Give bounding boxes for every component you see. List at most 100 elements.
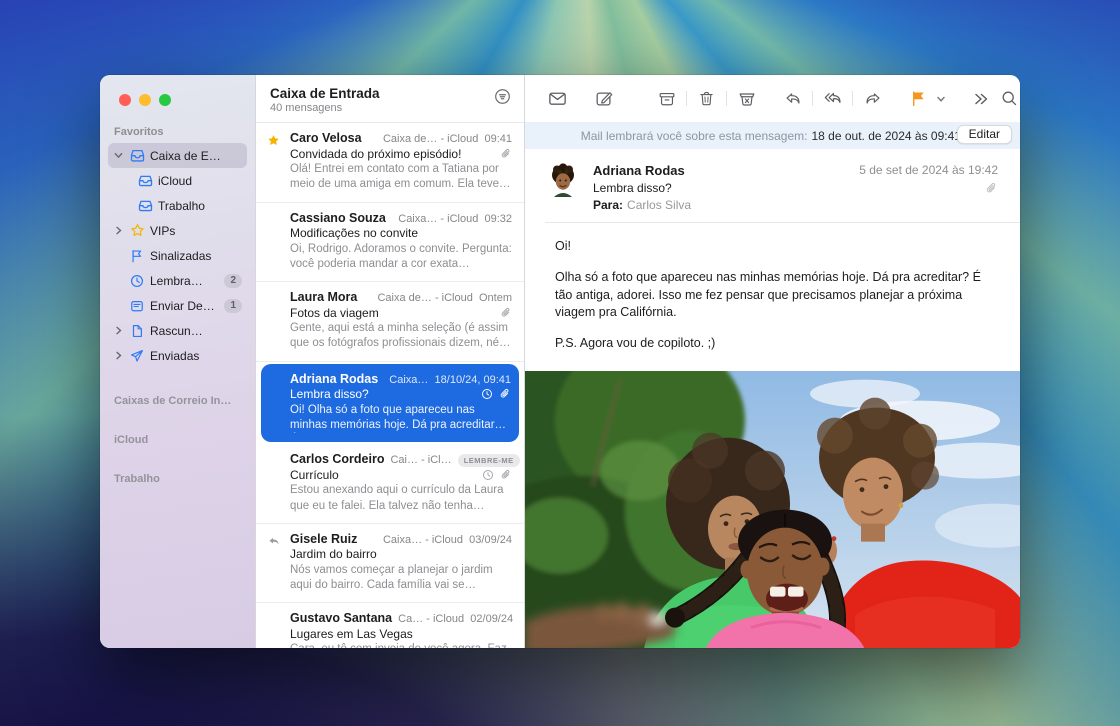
paperclip-icon xyxy=(499,388,511,400)
archive-button[interactable] xyxy=(652,86,681,112)
email-row[interactable]: Gustavo Santana Ca… - iCloud 02/09/24 Lu… xyxy=(256,603,524,648)
email-preview: Nós vamos começar a planejar o jardim aq… xyxy=(290,563,512,594)
sidebar-item-remind-me[interactable]: Lembra… 2 xyxy=(108,268,247,293)
junk-button[interactable] xyxy=(732,86,761,112)
message-header: Adriana Rodas Lembra disso? Para:Carlos … xyxy=(525,149,1020,222)
message-list: Caixa de Entrada 40 mensagens Caro Velos… xyxy=(255,75,525,648)
remind-me-banner: Mail lembrará você sobre esta mensagem: … xyxy=(525,122,1020,149)
sidebar-item-inbox-icloud[interactable]: iCloud xyxy=(108,168,247,193)
sidebar-section-favorites: Favoritos xyxy=(108,122,247,143)
body-greeting: Oi! xyxy=(555,238,994,256)
sidebar-item-label: Sinalizadas xyxy=(150,249,211,263)
email-sender: Gisele Ruiz xyxy=(290,532,357,546)
email-preview: Oi, Rodrigo. Adoramos o convite. Pergunt… xyxy=(290,242,512,273)
sidebar-item-flagged[interactable]: Sinalizadas xyxy=(108,243,247,268)
message-sender-name: Adriana Rodas xyxy=(593,163,859,178)
count-badge: 1 xyxy=(224,299,242,313)
reply-button[interactable] xyxy=(778,86,807,112)
inbox-icon xyxy=(137,173,153,189)
recipient-name: Carlos Silva xyxy=(627,198,691,212)
email-time: 09:32 xyxy=(484,213,512,225)
photo-attachment[interactable] xyxy=(525,371,1020,648)
chevron-right-icon[interactable] xyxy=(113,326,124,335)
sidebar-item-send-later[interactable]: Enviar Dep… 1 xyxy=(108,293,247,318)
email-mailbox: Caixa de… - iCloud xyxy=(377,292,472,304)
email-mailbox: Caixa… - iCloud xyxy=(383,534,463,546)
sidebar-section-work: Trabalho xyxy=(100,473,255,485)
sidebar-item-label: Rascun… xyxy=(150,324,203,338)
attachment-paperclip-icon[interactable] xyxy=(859,182,998,195)
mail-window: Favoritos Caixa de E… iCloud xyxy=(100,75,1020,648)
message-date: 5 de set de 2024 às 19:42 xyxy=(859,163,998,177)
email-time: 02/09/24 xyxy=(470,613,513,625)
sidebar-item-inbox[interactable]: Caixa de E… xyxy=(108,143,247,168)
reply-all-button[interactable] xyxy=(818,86,847,112)
email-preview: Olá! Entrei em contato com a Tatiana por… xyxy=(290,162,512,193)
remind-clock-icon xyxy=(481,388,493,400)
chevron-right-icon[interactable] xyxy=(113,226,124,235)
email-sender: Gustavo Santana xyxy=(290,611,392,625)
paperclip-icon xyxy=(500,148,512,160)
remind-me-badge: LEMBRE-ME xyxy=(458,454,520,467)
email-row-selected[interactable]: Adriana Rodas Caixa… 18/10/24, 09:41 Lem… xyxy=(261,364,519,443)
sidebar-item-label: iCloud xyxy=(158,174,192,188)
paperclip-icon xyxy=(500,307,512,319)
sidebar-item-label: Enviadas xyxy=(150,349,199,363)
email-subject: Jardim do bairro xyxy=(290,547,512,561)
reading-pane: Mail lembrará você sobre esta mensagem: … xyxy=(525,75,1020,648)
email-row[interactable]: Gisele Ruiz Caixa… - iCloud 03/09/24 Jar… xyxy=(256,524,524,604)
chevron-right-icon[interactable] xyxy=(113,351,124,360)
email-subject: Convidada do próximo episódio! xyxy=(290,147,500,161)
flag-options-chevron-icon[interactable] xyxy=(933,86,949,112)
mailbox-title: Caixa de Entrada xyxy=(270,86,510,101)
paperclip-icon xyxy=(500,469,512,481)
email-row[interactable]: Laura Mora Caixa de… - iCloud Ontem Foto… xyxy=(256,282,524,362)
email-row[interactable]: Caro Velosa Caixa de… - iCloud 09:41 Con… xyxy=(256,123,524,203)
filter-button[interactable] xyxy=(494,88,511,105)
email-row[interactable]: Cassiano Souza Caixa… - iCloud 09:32 Mod… xyxy=(256,203,524,283)
trash-button[interactable] xyxy=(692,86,721,112)
search-button[interactable] xyxy=(995,86,1020,112)
email-time: 03/09/24 xyxy=(469,534,512,546)
sidebar-item-sent[interactable]: Enviadas xyxy=(108,343,247,368)
vip-star-icon xyxy=(264,134,282,147)
sidebar-item-vips[interactable]: VIPs xyxy=(108,218,247,243)
chevron-down-icon[interactable] xyxy=(113,151,124,160)
remind-clock-icon xyxy=(482,469,494,481)
email-mailbox: Caixa… - iCloud xyxy=(398,213,478,225)
email-preview: Estou anexando aqui o currículo da Laura… xyxy=(290,483,512,514)
email-row[interactable]: Carlos Cordeiro Cai… - iCl… LEMBRE-ME Cu… xyxy=(256,444,524,524)
toolbar xyxy=(525,75,1020,122)
message-rows: Caro Velosa Caixa de… - iCloud 09:41 Con… xyxy=(256,123,524,648)
window-controls xyxy=(100,94,255,106)
compose-button[interactable] xyxy=(589,86,618,112)
edit-reminder-button[interactable]: Editar xyxy=(957,125,1012,144)
inbox-icon xyxy=(129,148,145,164)
email-subject: Fotos da viagem xyxy=(290,306,500,320)
flag-icon xyxy=(129,248,145,264)
sidebar: Favoritos Caixa de E… iCloud xyxy=(100,75,255,648)
email-mailbox: Caixa… xyxy=(389,374,428,386)
sender-avatar[interactable] xyxy=(545,163,581,199)
sidebar-item-label: Enviar Dep… xyxy=(150,299,219,313)
get-mail-button[interactable] xyxy=(543,86,572,112)
close-window-button[interactable] xyxy=(119,94,131,106)
email-mailbox: Caixa de… - iCloud xyxy=(383,133,478,145)
email-mailbox: Cai… - iCl… xyxy=(390,454,451,466)
sidebar-item-drafts[interactable]: Rascun… xyxy=(108,318,247,343)
email-sender: Caro Velosa xyxy=(290,131,362,145)
zoom-window-button[interactable] xyxy=(159,94,171,106)
sidebar-item-inbox-trabalho[interactable]: Trabalho xyxy=(108,193,247,218)
more-toolbar-items-button[interactable] xyxy=(966,86,995,112)
forward-button[interactable] xyxy=(858,86,887,112)
email-sender: Carlos Cordeiro xyxy=(290,452,384,466)
sidebar-section-other-mailboxes: Caixas de Correio In… xyxy=(100,395,255,407)
banner-text: Mail lembrará você sobre esta mensagem: xyxy=(581,129,808,143)
message-subject: Lembra disso? xyxy=(593,181,859,195)
minimize-window-button[interactable] xyxy=(139,94,151,106)
message-count: 40 mensagens xyxy=(270,102,510,114)
body-postscript: P.S. Agora vou de copiloto. ;) xyxy=(555,335,994,353)
send-later-icon xyxy=(129,298,145,314)
clock-icon xyxy=(129,273,145,289)
flag-button[interactable] xyxy=(904,86,933,112)
